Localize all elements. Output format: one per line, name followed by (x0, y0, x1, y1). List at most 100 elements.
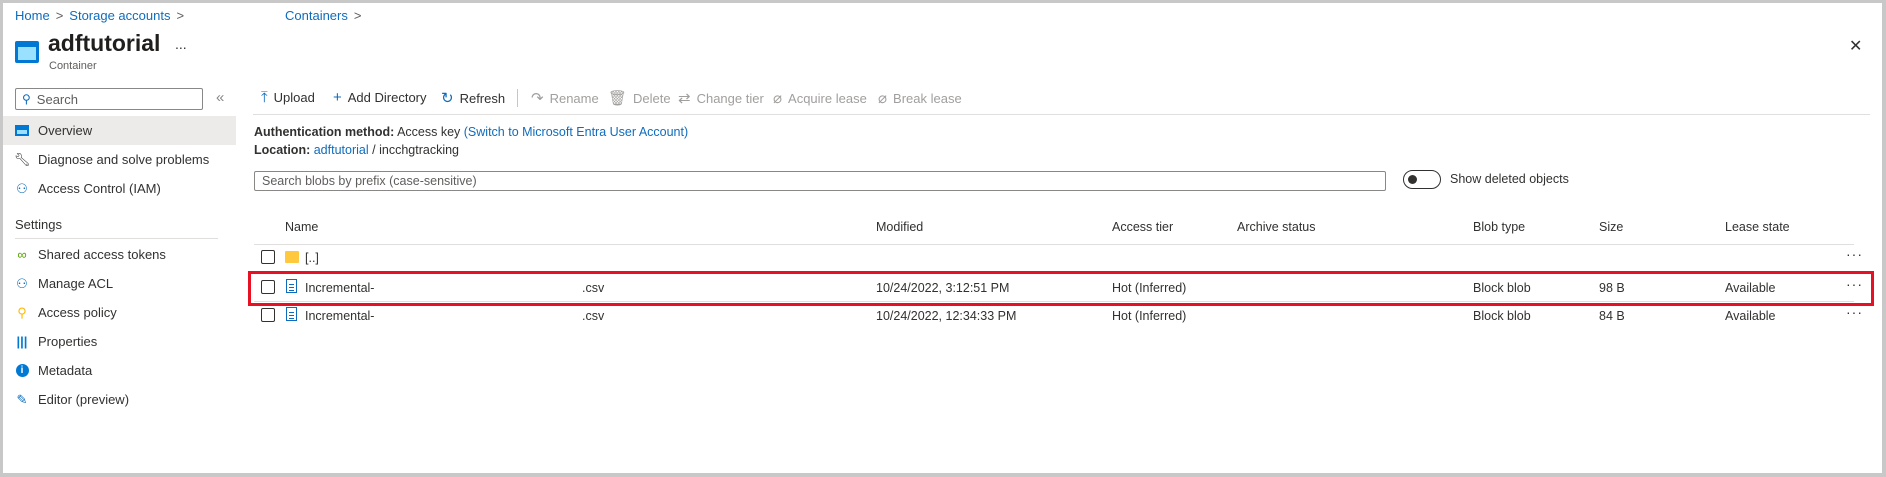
show-deleted-toggle[interactable] (1403, 170, 1441, 189)
column-header-lease-state[interactable]: Lease state (1725, 220, 1790, 234)
pencil-icon: ✎ (16, 391, 28, 407)
row-name-link[interactable]: Incremental- (305, 309, 374, 323)
column-header-size[interactable]: Size (1599, 220, 1623, 234)
toolbar-divider (517, 89, 518, 107)
switch-auth-link[interactable]: (Switch to Microsoft Entra User Account) (464, 125, 688, 139)
auth-method: Authentication method: Access key (Switc… (254, 125, 688, 139)
refresh-label: Refresh (459, 90, 506, 106)
row-size: 84 B (1599, 309, 1625, 323)
location-separator: / (372, 143, 376, 157)
container-icon (15, 124, 29, 138)
column-header-blob-type[interactable]: Blob type (1473, 220, 1525, 234)
break-lease-button[interactable]: ⌀ Break lease (878, 89, 962, 107)
search-icon: ⚲ (22, 92, 31, 106)
window-frame (0, 0, 1886, 477)
key-icon: ⚲ (17, 304, 27, 320)
sidebar-item-label: Manage ACL (38, 276, 114, 291)
sidebar-item-metadata[interactable]: i Metadata (3, 356, 236, 385)
row-access-tier: Hot (Inferred) (1112, 309, 1187, 323)
sidebar-item-label: Overview (38, 123, 93, 138)
rename-button[interactable]: ↷ Rename (531, 89, 599, 107)
row-blob-type: Block blob (1473, 309, 1531, 323)
row-more-button[interactable]: ··· (1846, 304, 1863, 320)
add-directory-label: Add Directory (347, 90, 427, 105)
refresh-button[interactable]: ↻ Refresh (441, 89, 505, 107)
swap-icon: ⇄ (678, 90, 691, 107)
break-lease-label: Break lease (893, 90, 962, 106)
file-icon (286, 307, 297, 321)
header-divider (254, 244, 1854, 245)
blob-search-input[interactable]: Search blobs by prefix (case-sensitive) (254, 171, 1386, 191)
plug-icon: ⌀ (773, 90, 783, 107)
sidebar-item-access-policy[interactable]: ⚲ Access policy (3, 298, 236, 327)
row-name-link[interactable]: [..] (305, 251, 319, 265)
properties-icon: ||| (16, 334, 28, 349)
location-link[interactable]: adftutorial (314, 143, 369, 157)
refresh-icon: ↻ (441, 90, 454, 107)
chevron-right-icon: > (353, 8, 362, 23)
auth-label: Authentication method: (254, 125, 395, 139)
sidebar-search-placeholder: Search (36, 91, 78, 107)
location-label: Location: (254, 143, 311, 157)
sidebar-item-label: Editor (preview) (38, 392, 130, 407)
sidebar-item-label: Access policy (38, 305, 117, 320)
sidebar-item-access-control[interactable]: ⚇ Access Control (IAM) (3, 174, 236, 203)
people-icon: ⚇ (16, 275, 28, 291)
sidebar-item-properties[interactable]: ||| Properties (3, 327, 236, 356)
location-path: incchgtracking (379, 143, 459, 157)
change-tier-button[interactable]: ⇄ Change tier (678, 89, 764, 107)
sidebar-item-shared-access-tokens[interactable]: ∞ Shared access tokens (3, 240, 236, 269)
divider (15, 238, 218, 239)
people-icon: ⚇ (16, 180, 28, 196)
column-header-access-tier[interactable]: Access tier (1112, 220, 1173, 234)
sidebar-item-label: Access Control (IAM) (38, 181, 161, 196)
upload-button[interactable]: ⤒ Upload (261, 89, 315, 106)
delete-button[interactable]: 🗑︎ Delete (608, 89, 671, 107)
sidebar-item-overview[interactable]: Overview (3, 116, 236, 145)
change-tier-label: Change tier (696, 90, 764, 106)
row-more-button[interactable]: ··· (1846, 246, 1863, 262)
toolbar-divider-line (253, 114, 1870, 115)
breadcrumb-storage-accounts[interactable]: Storage accounts (69, 8, 170, 23)
sidebar-item-diagnose[interactable]: 🔧︎ Diagnose and solve problems (3, 145, 236, 174)
upload-icon: ⤒ (261, 89, 268, 106)
column-header-archive-status[interactable]: Archive status (1237, 220, 1316, 234)
show-deleted-label: Show deleted objects (1450, 172, 1569, 186)
breadcrumb: Home > Storage accounts > (15, 8, 190, 23)
container-icon (15, 41, 39, 63)
breadcrumb-home[interactable]: Home (15, 8, 50, 23)
row-lease-state: Available (1725, 309, 1776, 323)
toggle-knob (1408, 175, 1417, 184)
sidebar-item-label: Diagnose and solve problems (38, 152, 210, 167)
delete-label: Delete (633, 90, 671, 106)
upload-label: Upload (273, 90, 315, 105)
rename-icon: ↷ (531, 90, 544, 107)
add-directory-button[interactable]: + Add Directory (333, 89, 427, 106)
page-subtitle: Container (49, 60, 97, 72)
chevron-right-icon: > (55, 8, 64, 23)
sidebar-search[interactable]: ⚲ Search (15, 88, 203, 110)
sidebar-item-editor[interactable]: ✎ Editor (preview) (3, 385, 236, 414)
link-icon: ∞ (17, 247, 27, 262)
breadcrumb-containers[interactable]: Containers (285, 8, 348, 23)
blob-search-placeholder: Search blobs by prefix (case-sensitive) (262, 174, 477, 188)
row-checkbox[interactable] (261, 308, 275, 322)
plus-icon: + (333, 89, 342, 106)
sidebar-section-settings: Settings (15, 217, 62, 232)
folder-icon (285, 251, 299, 263)
close-button[interactable]: ✕ (1849, 36, 1862, 56)
more-button[interactable]: ... (175, 36, 187, 52)
collapse-sidebar-button[interactable]: « (216, 89, 224, 106)
sidebar-item-manage-acl[interactable]: ⚇ Manage ACL (3, 269, 236, 298)
page-title: adftutorial (48, 30, 161, 56)
location: Location: adftutorial / incchgtracking (254, 143, 459, 157)
column-header-modified[interactable]: Modified (876, 220, 923, 234)
unplug-icon: ⌀ (878, 90, 888, 107)
acquire-lease-button[interactable]: ⌀ Acquire lease (773, 89, 867, 107)
column-header-name[interactable]: Name (285, 220, 318, 234)
highlight-box (248, 271, 1874, 306)
sidebar-item-label: Shared access tokens (38, 247, 166, 262)
wrench-icon: 🔧︎ (13, 151, 31, 167)
sidebar-item-label: Properties (38, 334, 98, 349)
row-checkbox[interactable] (261, 250, 275, 264)
